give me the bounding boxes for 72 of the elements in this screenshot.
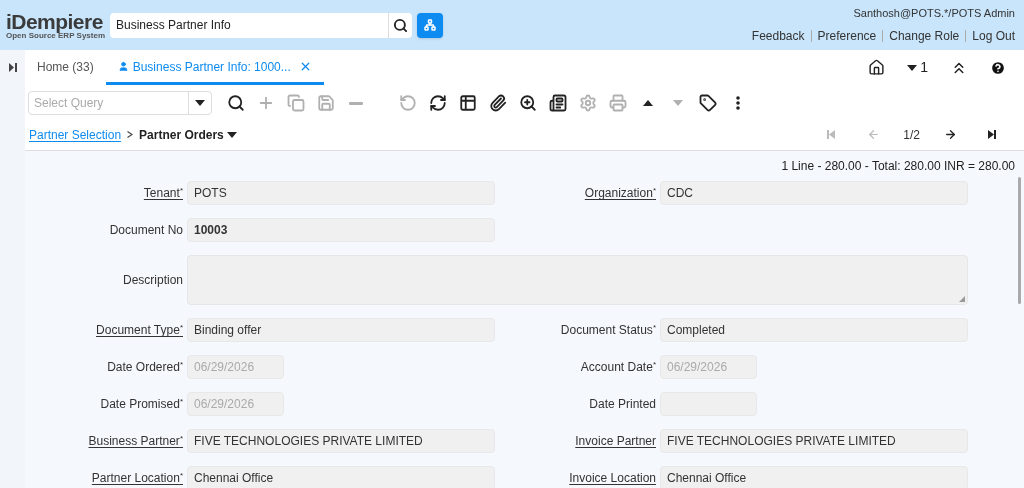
printer-icon <box>609 94 627 112</box>
text-field[interactable]: CDC <box>660 181 968 205</box>
window-count-button[interactable]: 1 <box>907 57 928 78</box>
description-field[interactable] <box>187 255 968 305</box>
user-role-text: Santhosh@POTS.*/POTS Admin <box>853 5 1015 21</box>
window-tab[interactable]: Business Partner Info: 1000... <box>105 51 324 85</box>
first-record-icon <box>827 130 836 139</box>
field-label: Description <box>122 272 183 289</box>
paperclip-icon <box>489 94 507 112</box>
resize-handle-icon[interactable] <box>959 296 965 302</box>
field-label-link[interactable]: Organization$^{*}$ <box>584 184 656 202</box>
text-field[interactable]: FIVE TECHNOLOGIES PRIVATE LIMITED <box>187 429 495 453</box>
save-icon <box>317 94 335 112</box>
caret-down-icon <box>907 64 918 71</box>
text-field[interactable]: POTS <box>187 181 495 205</box>
text-field[interactable]: 10003 <box>187 218 495 242</box>
tag-icon <box>699 94 717 112</box>
field-label: Document No <box>109 222 183 239</box>
search-icon <box>393 17 408 33</box>
minus-icon <box>349 101 363 105</box>
zoom-in-icon <box>519 94 537 112</box>
search-icon <box>227 94 245 112</box>
text-field[interactable]: Binding offer <box>187 318 495 342</box>
arrow-right-icon <box>943 128 957 141</box>
field-label: Date Ordered$^{*}$ <box>107 359 183 376</box>
header-link[interactable]: Feedback <box>751 27 805 46</box>
header-link[interactable]: Change Role <box>889 27 960 46</box>
gear-icon <box>579 94 597 112</box>
hierarchy-icon <box>424 19 436 31</box>
text-field[interactable]: Chennai Office <box>660 466 968 488</box>
chevron-right-icon <box>127 131 134 138</box>
order-summary: 1 Line - 280.00 - Total: 280.00 INR = 280.00 <box>781 158 1015 175</box>
last-record-icon <box>988 130 996 139</box>
arrow-left-icon <box>866 128 880 141</box>
field-label: Document Status$^{*}$ <box>560 322 656 339</box>
help-icon[interactable] <box>990 59 1006 76</box>
breadcrumb-current[interactable]: Partner Orders <box>139 125 237 144</box>
field-label-link[interactable]: Tenant$^{*}$ <box>143 184 183 202</box>
caret-down-icon <box>195 100 205 106</box>
field-label-link[interactable]: Invoice Location <box>569 469 656 487</box>
undo-icon <box>399 94 417 112</box>
menu-tree-button[interactable] <box>417 12 443 38</box>
field-label: Date Printed <box>589 396 656 413</box>
record-position: 1/2 <box>903 126 920 144</box>
scrollbar[interactable] <box>1018 177 1021 304</box>
person-icon <box>117 61 129 72</box>
text-field[interactable]: Completed <box>660 318 968 342</box>
field-label-link[interactable]: Business Partner$^{*}$ <box>88 432 183 450</box>
field-label: Account Date$^{*}$ <box>580 359 656 376</box>
header-link[interactable]: Preference <box>817 27 877 46</box>
caret-down-icon <box>673 100 683 106</box>
caret-up-icon <box>643 100 653 106</box>
home-icon[interactable] <box>868 59 886 76</box>
table-icon <box>459 94 477 112</box>
logo[interactable]: iDempiere Open Source ERP System <box>6 10 106 40</box>
text-field[interactable]: FIVE TECHNOLOGIES PRIVATE LIMITED <box>660 429 968 453</box>
breadcrumb-link[interactable]: Partner Selection <box>29 125 122 144</box>
copy-icon <box>287 94 305 112</box>
field-label-link[interactable]: Partner Location$^{*}$ <box>91 469 183 487</box>
expand-panel-icon[interactable] <box>8 63 17 72</box>
window-tab[interactable]: Home (33) <box>25 51 106 85</box>
newspaper-icon <box>549 94 567 112</box>
caret-down-icon <box>226 131 237 138</box>
field-label-link[interactable]: Document Type$^{*}$ <box>96 321 183 339</box>
field-label-link[interactable]: Invoice Partner <box>575 432 656 450</box>
header-link[interactable]: Log Out <box>972 27 1015 46</box>
field-label: Date Promised$^{*}$ <box>100 396 183 413</box>
refresh-icon <box>429 94 447 112</box>
more-icon <box>736 96 740 110</box>
plus-icon <box>257 94 275 112</box>
text-field[interactable]: Chennai Office <box>187 466 495 488</box>
search-field[interactable]: Business Partner Info <box>110 12 412 38</box>
